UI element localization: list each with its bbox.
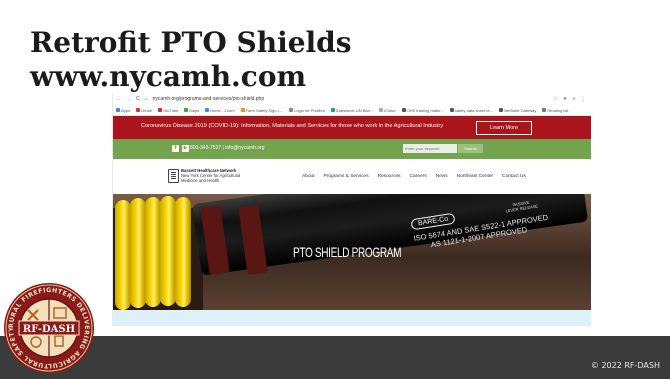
search-input[interactable] [403,144,457,153]
bookmark-item[interactable]: Login for ProMed [289,108,325,113]
reload-icon[interactable]: C [136,96,140,102]
search-button[interactable]: Search [458,144,483,153]
home-icon[interactable]: ⌂ [145,96,148,102]
site-navbar: Bassett Healthcare Network New York Cent… [113,159,591,195]
bookmark-item[interactable]: Gmail [136,108,152,113]
slide-title: Retrofit PTO Shields www.nycamh.com [30,26,450,94]
bookmark-item[interactable]: Farm Safety Sign L... [240,108,283,113]
slide-title-url[interactable]: www.nycamh.com [30,60,450,94]
logo-text: RF-DASH [23,324,75,335]
bookmark-item[interactable]: OHS training mater... [401,108,444,113]
nav-about[interactable]: About [302,174,315,179]
covid-banner-text: Coronavirus Disease 2019 (COVID-19): Inf… [141,123,444,129]
covid-banner: Coronavirus Disease 2019 (COVID-19): Inf… [113,116,591,139]
page-bottom-strip [113,310,591,326]
copyright-text: © 2022 RF-DASH [590,361,660,370]
forward-icon[interactable]: → [126,96,131,102]
hero-banner: BARE-Co ISO 5674 AND SAE S522-1 APPROVED… [113,194,591,310]
contact-bar: f ▶ 800-343-7527 | info@nycamh.org Searc… [113,139,591,159]
site-logo[interactable]: Bassett Healthcare Network New York Cent… [181,168,240,183]
nav-careers[interactable]: Careers [410,174,427,179]
bookmark-item[interactable]: Reading list [542,108,568,113]
slide-title-line1: Retrofit PTO Shields [30,26,352,59]
nav-contact-us[interactable]: Contact Us [502,174,526,179]
nav-northeast-center[interactable]: Northeast Center [457,174,494,179]
bookmark-item[interactable]: Apps [116,108,130,113]
address-bar[interactable]: nycamh.org/programs-and-services/pto-shi… [153,96,548,102]
bookmarks-bar: Apps Gmail YouTube Maps Home - Zoom Farm… [113,105,591,116]
browser-screenshot: ← → C ⌂ nycamh.org/programs-and-services… [112,93,591,326]
main-nav: About Programs & Services Resources Care… [302,174,526,179]
browser-actions-icons[interactable]: ☆ ★ ≡ ⋮ [553,96,591,102]
browser-toolbar: ← → C ⌂ nycamh.org/programs-and-services… [113,93,591,105]
bookmark-item[interactable]: NetSuite Gateway [499,108,536,113]
bookmark-item[interactable]: Home - Zoom [205,108,235,113]
building-logo-icon[interactable] [168,169,179,183]
bookmark-item[interactable]: safety data sheet te... [449,108,493,113]
slide: Retrofit PTO Shields www.nycamh.com ← → … [0,0,670,379]
rf-dash-logo: RURAL FIREFIGHTERS DELIVERING AGRICULTUR… [3,282,94,373]
youtube-icon[interactable]: ▶ [182,145,189,152]
bookmark-item[interactable]: Salesforce UN Ban... [330,108,373,113]
bookmark-item[interactable]: Maps [184,108,199,113]
learn-more-button[interactable]: Learn More [476,121,532,135]
nav-programs-services[interactable]: Programs & Services [324,174,369,179]
facebook-icon[interactable]: f [172,145,179,152]
nav-resources[interactable]: Resources [378,174,401,179]
bookmark-item[interactable]: iCloud [379,108,396,113]
contact-info: 800-343-7527 | info@nycamh.org [190,145,265,151]
back-icon[interactable]: ← [116,96,121,102]
nav-news[interactable]: News [436,174,448,179]
hero-title: PTO SHIELD PROGRAM [293,244,402,260]
social-icons: f ▶ [172,145,189,152]
bookmark-item[interactable]: YouTube [157,108,178,113]
footer-band [0,336,670,379]
